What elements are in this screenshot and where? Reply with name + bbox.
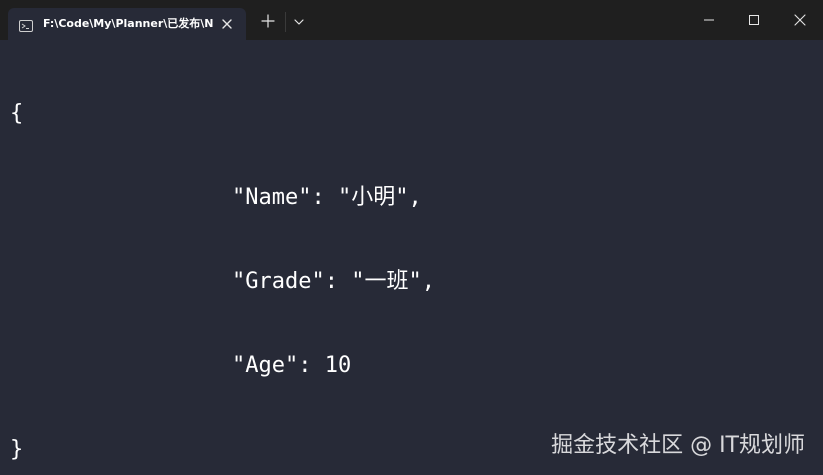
minimize-button[interactable]: [686, 0, 732, 40]
terminal-icon: [19, 17, 33, 32]
titlebar-divider: [285, 12, 286, 32]
close-tab-icon[interactable]: [219, 16, 235, 32]
maximize-icon: [749, 15, 759, 25]
new-tab-plus-icon[interactable]: [259, 12, 277, 30]
output-line-open-brace: {: [10, 101, 24, 126]
output-line-name: "Name": "小明",: [232, 185, 422, 210]
tab-title: F:\Code\My\Planner\已发布\N: [43, 17, 213, 30]
watermark-text: 掘金技术社区 @ IT规划师: [551, 433, 805, 458]
tab-terminal[interactable]: F:\Code\My\Planner\已发布\N: [8, 8, 246, 40]
close-icon: [794, 14, 806, 26]
terminal-output[interactable]: { "Name": "小明", "Grade": "一班", "Age": 10…: [10, 44, 810, 464]
output-line-age: "Age": 10: [232, 353, 352, 378]
output-line-grade: "Grade": "一班",: [232, 269, 435, 294]
title-bar: F:\Code\My\Planner\已发布\N: [0, 0, 823, 40]
minimize-icon: [704, 19, 714, 21]
chevron-down-icon[interactable]: [291, 14, 307, 30]
maximize-button[interactable]: [731, 0, 777, 40]
terminal-window: F:\Code\My\Planner\已发布\N {"Name": "小明",…: [0, 0, 823, 475]
close-window-button[interactable]: [777, 0, 823, 40]
